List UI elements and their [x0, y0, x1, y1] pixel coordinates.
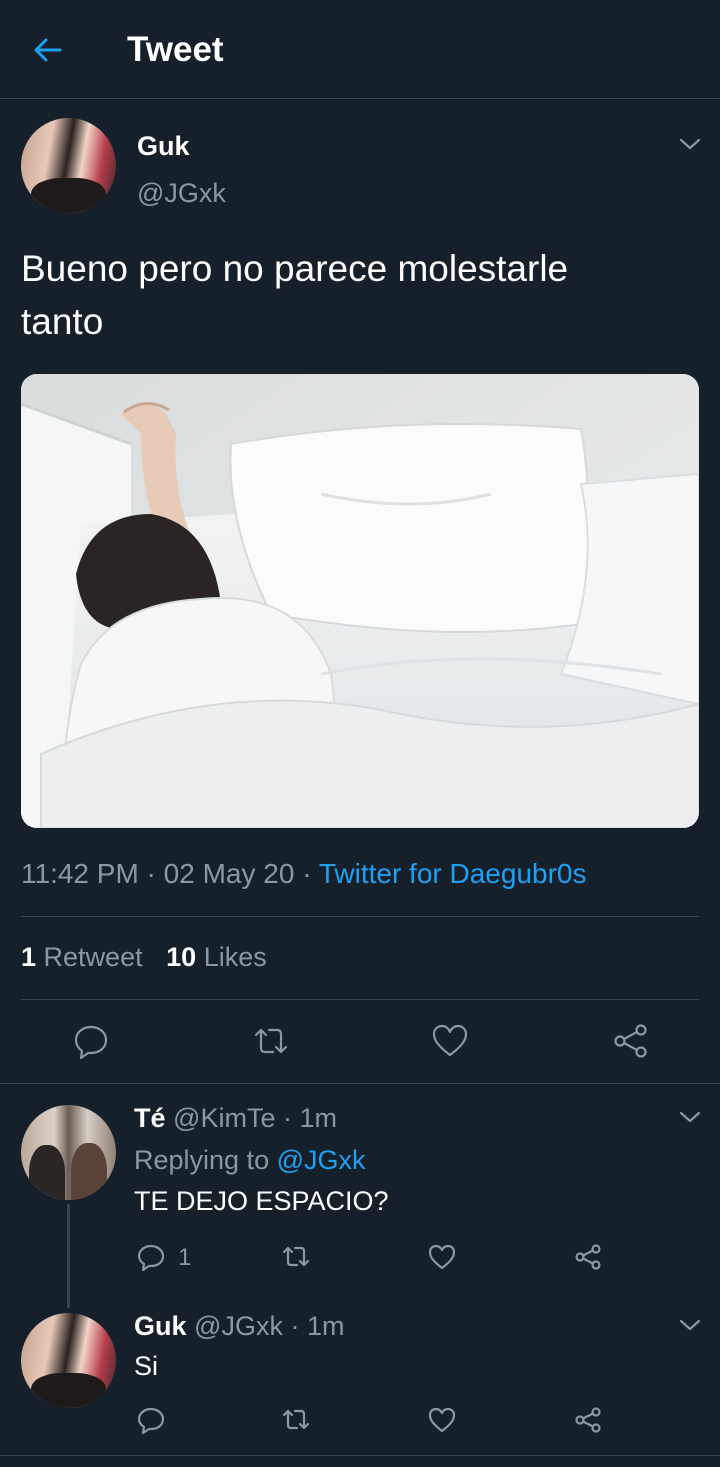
- tweet-time: 11:42 PM: [21, 858, 139, 889]
- chevron-down-icon[interactable]: [678, 134, 702, 154]
- thread-line: [67, 1204, 70, 1308]
- reply-author-name[interactable]: Té: [134, 1103, 166, 1133]
- likes-label: Likes: [203, 942, 267, 972]
- retweet-icon[interactable]: [280, 1405, 312, 1435]
- retweet-icon[interactable]: [250, 1021, 292, 1061]
- replying-to: Replying to @JGxk: [134, 1145, 366, 1176]
- tweet-date: 02 May 20: [163, 858, 295, 889]
- reply-icon[interactable]: [71, 1021, 111, 1061]
- tweet-source-link[interactable]: Twitter for Daegubr0s: [319, 858, 587, 889]
- separator: ·: [294, 858, 319, 889]
- chevron-down-icon[interactable]: [678, 1315, 702, 1335]
- tweet-meta: 11:42 PM · 02 May 20 · Twitter for Daegu…: [21, 858, 586, 890]
- likes-count: 10: [166, 942, 197, 972]
- reply-header: Guk @JGxk · 1m: [134, 1311, 344, 1342]
- retweets-label: Retweet: [43, 942, 143, 972]
- share-icon[interactable]: [573, 1242, 603, 1272]
- tweet-image[interactable]: [21, 374, 699, 828]
- page-title: Tweet: [127, 30, 224, 69]
- share-icon[interactable]: [573, 1405, 603, 1435]
- like-icon[interactable]: [427, 1242, 457, 1272]
- like-icon[interactable]: [427, 1405, 457, 1435]
- avatar[interactable]: [21, 1105, 116, 1200]
- divider: [0, 1455, 720, 1456]
- reply-time: · 1m: [282, 1103, 337, 1133]
- retweets-stat[interactable]: 1 Retweet: [21, 942, 143, 972]
- reply-author-handle[interactable]: @KimTe: [173, 1103, 275, 1133]
- back-arrow-icon[interactable]: [30, 32, 66, 68]
- share-icon[interactable]: [610, 1021, 650, 1061]
- reply-icon[interactable]: [136, 1405, 166, 1435]
- reply-text: TE DEJO ESPACIO?: [134, 1186, 389, 1216]
- reply-time: · 1m: [290, 1311, 345, 1341]
- retweets-count: 1: [21, 942, 37, 972]
- reply-icon[interactable]: [136, 1242, 166, 1272]
- avatar[interactable]: [21, 118, 116, 213]
- chevron-down-icon[interactable]: [678, 1107, 702, 1127]
- tweet-text-line: tanto: [21, 301, 104, 342]
- likes-stat[interactable]: 10 Likes: [166, 942, 267, 972]
- like-icon[interactable]: [430, 1021, 470, 1061]
- reply-header: Té @KimTe · 1m: [134, 1103, 337, 1134]
- divider: [0, 1083, 720, 1084]
- reply-author-name[interactable]: Guk: [134, 1311, 187, 1341]
- avatar[interactable]: [21, 1313, 116, 1408]
- reply-count: 1: [178, 1244, 192, 1271]
- reply-text: Si: [134, 1351, 159, 1381]
- tweet-stats: 1 Retweet 10 Likes: [21, 942, 267, 973]
- author-name[interactable]: Guk: [137, 131, 190, 162]
- replying-prefix: Replying to: [134, 1145, 270, 1175]
- header-divider: [0, 98, 720, 99]
- replying-to-link[interactable]: @JGxk: [277, 1145, 366, 1175]
- retweet-icon[interactable]: [280, 1242, 312, 1272]
- separator: ·: [138, 858, 164, 889]
- reply-author-handle[interactable]: @JGxk: [194, 1311, 283, 1341]
- tweet-text-line: Bueno pero no parece molestarle: [21, 248, 569, 289]
- author-handle[interactable]: @JGxk: [137, 178, 226, 209]
- divider: [21, 999, 699, 1000]
- tweet-text: Bueno pero no parece molestarle tanto: [21, 242, 568, 348]
- divider: [21, 916, 699, 917]
